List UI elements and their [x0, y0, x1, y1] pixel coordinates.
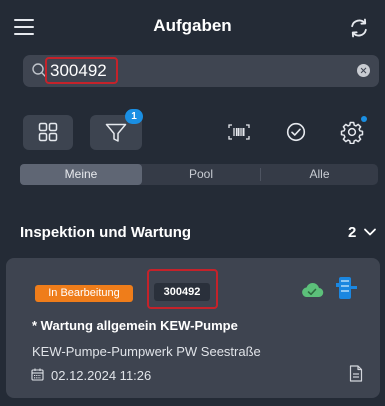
section-count: 2: [348, 224, 357, 241]
task-title: * Wartung allgemein KEW-Pumpe: [32, 318, 238, 333]
settings-notification-dot: [361, 116, 367, 122]
grid-view-button[interactable]: [23, 115, 73, 150]
page-title: Aufgaben: [153, 16, 232, 35]
section-title: Inspektion und Wartung: [20, 224, 192, 241]
document-icon[interactable]: [349, 365, 363, 382]
barcode-icon[interactable]: [228, 124, 250, 140]
search-bar: [23, 55, 379, 87]
filter-icon: [105, 123, 127, 142]
segment-meine[interactable]: Meine: [20, 164, 142, 185]
pump-device-icon: [336, 277, 357, 299]
search-icon: [32, 63, 46, 77]
filter-count-badge: 1: [125, 109, 143, 124]
status-badge: In Bearbeitung: [35, 285, 133, 302]
check-circle-icon[interactable]: [286, 122, 306, 142]
grid-icon: [38, 122, 58, 142]
task-location: KEW-Pumpe-Pumpwerk PW Seestraße: [32, 344, 261, 359]
calendar-icon: [31, 368, 44, 381]
segment-pool[interactable]: Pool: [142, 164, 260, 185]
view-segmented-control: Meine Pool Alle: [20, 164, 378, 185]
segment-alle[interactable]: Alle: [261, 164, 378, 185]
sync-icon[interactable]: [348, 17, 370, 39]
chevron-down-icon[interactable]: [363, 225, 377, 239]
search-input[interactable]: [50, 58, 350, 84]
clear-search-icon[interactable]: [357, 64, 370, 77]
task-id: 300492: [154, 283, 210, 301]
cloud-sync-icon: [302, 283, 324, 298]
task-date: 02.12.2024 11:26: [51, 368, 152, 383]
gear-icon[interactable]: [340, 120, 364, 144]
